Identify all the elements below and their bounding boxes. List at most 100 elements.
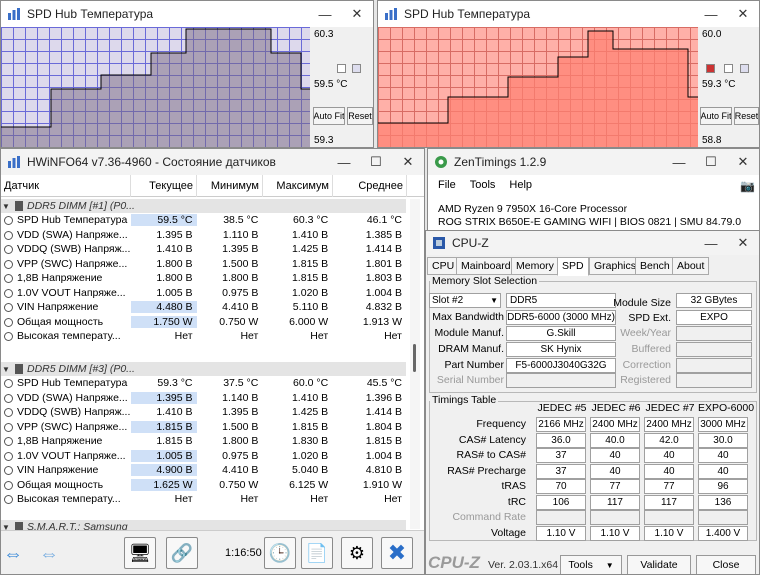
- table-row[interactable]: Высокая температу... Нет Нет Нет Нет: [1, 329, 406, 344]
- value-module-size: 32 GBytes: [676, 293, 752, 308]
- tab-cpu[interactable]: CPU: [427, 257, 460, 275]
- value-max-bandwidth: DDR5-6000 (3000 MHz): [506, 310, 616, 325]
- tools-button[interactable]: Tools ▼: [560, 555, 622, 574]
- min-value: 1.140 В: [222, 391, 259, 404]
- spd-right-title: SPD Hub Температура: [404, 7, 531, 21]
- auto-fit-button[interactable]: Auto Fit: [313, 107, 345, 125]
- clock-icon[interactable]: 🕒: [264, 537, 296, 569]
- sensor-group-header[interactable]: ▼ DDR5 DIMM [#3] (P0...: [1, 362, 406, 377]
- table-row[interactable]: 1.0V VOUT Напряже... 1.005 В 0.975 В 1.020 …: [1, 285, 406, 300]
- minimize-icon[interactable]: —: [695, 1, 727, 27]
- spd-left-graph: [1, 27, 310, 147]
- spd-left-titlebar[interactable]: SPD Hub Температура — ✕: [1, 1, 373, 27]
- table-row[interactable]: VDD (SWA) Напряже... 1.395 В 1.140 В 1.410 …: [1, 390, 406, 405]
- table-row[interactable]: 1.0V VOUT Напряже... 1.005 В 0.975 В 1.020 …: [1, 448, 406, 463]
- table-row[interactable]: SPD Hub Температура 59.3 °C 37.5 °C 60.0 °C…: [1, 376, 406, 391]
- timings-cell: 40.0: [590, 432, 640, 448]
- col-max[interactable]: Максимум: [263, 175, 333, 197]
- col-avg[interactable]: Среднее: [333, 175, 407, 197]
- value-correction: [676, 358, 752, 373]
- table-row[interactable]: VIN Напряжение 4.480 В 4.410 В 5.110 В 4.832…: [1, 300, 406, 315]
- camera-icon[interactable]: 📷: [740, 179, 755, 193]
- settings-gear-icon[interactable]: ⚙: [341, 537, 373, 569]
- tab-memory[interactable]: Memory: [511, 257, 559, 275]
- scrollbar[interactable]: [410, 199, 420, 529]
- table-row[interactable]: VPP (SWC) Напряже... 1.815 В 1.500 В 1.815 …: [1, 419, 406, 434]
- table-row[interactable]: VDD (SWA) Напряже... 1.395 В 1.110 В 1.410 …: [1, 227, 406, 242]
- tab-bench[interactable]: Bench: [635, 257, 675, 275]
- hwinfo-titlebar[interactable]: HWiNFO64 v7.36-4960 - Состояние датчиков…: [1, 149, 424, 175]
- close-button[interactable]: Close: [696, 555, 756, 574]
- sensor-name: VIN Напряжение: [1, 301, 131, 313]
- label-part-number: Part Number: [444, 359, 504, 371]
- avg-value: Нет: [384, 493, 402, 506]
- table-row[interactable]: VIN Напряжение 4.900 В 4.410 В 5.040 В 4.810…: [1, 463, 406, 478]
- expand-toggle-icon[interactable]: ▼: [1, 365, 11, 374]
- table-row[interactable]: 1,8В Напряжение 1.815 В 1.800 В 1.830 В 1.81…: [1, 434, 406, 449]
- timings-cell: 3000 MHz: [698, 417, 748, 432]
- col-min[interactable]: Минимум: [197, 175, 263, 197]
- minimize-icon[interactable]: —: [663, 149, 695, 175]
- minimize-icon[interactable]: —: [309, 1, 341, 27]
- table-row[interactable]: 1,8В Напряжение 1.800 В 1.800 В 1.815 В 1.80…: [1, 271, 406, 286]
- table-row[interactable]: VPP (SWC) Напряже... 1.800 В 1.500 В 1.815 …: [1, 256, 406, 271]
- reset-button[interactable]: Reset: [734, 107, 759, 125]
- color-swatch-icon[interactable]: [724, 64, 733, 73]
- color-swatch-icon[interactable]: [352, 64, 361, 73]
- color-swatch-icon[interactable]: [337, 64, 346, 73]
- table-row[interactable]: Общая мощность 1.750 W 0.750 W 6.000 W 1.913…: [1, 314, 406, 329]
- minimize-icon[interactable]: —: [328, 149, 360, 175]
- table-row[interactable]: SPD Hub Температура 59.5 °C 38.5 °C 60.3 °C…: [1, 213, 406, 228]
- close-icon[interactable]: ✕: [727, 149, 759, 175]
- table-row[interactable]: Высокая температу... Нет Нет Нет Нет: [1, 492, 406, 507]
- zen-cpu-name: AMD Ryzen 9 7950X 16-Core Processor: [438, 203, 628, 215]
- min-value: 1.500 В: [222, 420, 259, 433]
- menu-help[interactable]: Help: [509, 179, 532, 191]
- scrollbar-thumb[interactable]: [413, 344, 416, 372]
- maximize-icon[interactable]: ☐: [695, 149, 727, 175]
- nav-arrows-alt-icon[interactable]: ⇔: [39, 543, 59, 566]
- tab-graphics[interactable]: Graphics: [589, 257, 642, 275]
- spd-right-graph-area: [378, 30, 698, 147]
- graph-min-value: 58.8: [702, 135, 722, 146]
- spd-left-title: SPD Hub Температура: [27, 7, 154, 21]
- table-row[interactable]: Общая мощность 1.625 W 0.750 W 6.125 W 1.910…: [1, 477, 406, 492]
- network-icon[interactable]: 🔗: [166, 537, 198, 569]
- table-row[interactable]: VDDQ (SWB) Напряж... 1.410 В 1.395 В 1.425 …: [1, 242, 406, 257]
- monitor-icon[interactable]: 🖥: [124, 537, 156, 569]
- spd-right-titlebar[interactable]: SPD Hub Температура — ✕: [378, 1, 759, 27]
- value-module-manuf: G.Skill: [506, 326, 616, 341]
- graph-current-value: 59.3 °C: [702, 79, 736, 90]
- maximize-icon[interactable]: ☐: [360, 149, 392, 175]
- zen-titlebar[interactable]: ZenTimings 1.2.9 — ☐ ✕: [428, 149, 759, 175]
- validate-button[interactable]: Validate: [627, 555, 691, 574]
- expand-toggle-icon[interactable]: ▼: [1, 202, 11, 211]
- tab-about[interactable]: About: [672, 257, 710, 275]
- slot-select[interactable]: Slot #2 ▼: [429, 293, 501, 308]
- col-sensor[interactable]: Датчик: [1, 175, 131, 197]
- close-icon[interactable]: ✕: [392, 149, 424, 175]
- reset-button[interactable]: Reset: [347, 107, 373, 125]
- timings-row-label: Frequency: [476, 418, 526, 430]
- timings-cell: 2400 MHz: [590, 417, 640, 432]
- close-icon[interactable]: ✕: [727, 1, 759, 27]
- close-x-icon[interactable]: ✖: [381, 537, 413, 569]
- tab-mainboard[interactable]: Mainboard: [456, 257, 516, 275]
- nav-arrows-icon[interactable]: ⇔: [3, 543, 23, 566]
- table-row[interactable]: VDDQ (SWB) Напряж... 1.410 В 1.395 В 1.425 …: [1, 405, 406, 420]
- auto-fit-button[interactable]: Auto Fit: [700, 107, 732, 125]
- color-swatch-icon[interactable]: [740, 64, 749, 73]
- close-icon[interactable]: ✕: [341, 1, 373, 27]
- current-value: 4.480 В: [130, 301, 197, 314]
- avg-value: 1.910 W: [362, 478, 402, 491]
- color-swatch-icon[interactable]: [706, 64, 715, 73]
- timings-cell: 77: [590, 479, 640, 494]
- tab-spd[interactable]: SPD: [557, 257, 589, 276]
- col-current[interactable]: Текущее: [131, 175, 197, 197]
- menu-tools[interactable]: Tools: [470, 179, 496, 191]
- menu-file[interactable]: File: [438, 179, 456, 191]
- timings-cell: 70: [536, 479, 586, 494]
- add-report-icon[interactable]: 📄: [301, 537, 333, 569]
- sensor-group-header[interactable]: ▼ DDR5 DIMM [#1] (P0...: [1, 199, 406, 214]
- graph-max-value: 60.3: [314, 29, 334, 40]
